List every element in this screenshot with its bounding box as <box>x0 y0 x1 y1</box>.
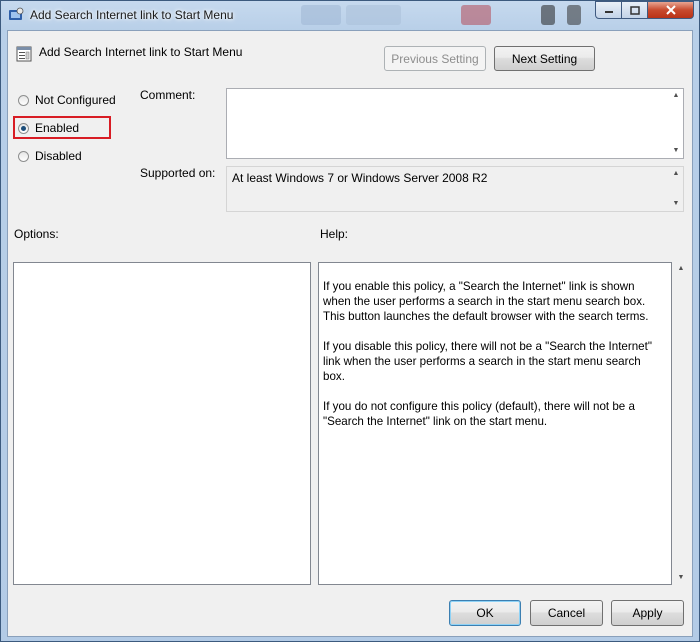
supported-on-label: Supported on: <box>140 166 216 180</box>
group-policy-icon <box>9 7 24 20</box>
maximize-button[interactable] <box>622 1 648 19</box>
help-label: Help: <box>320 227 349 241</box>
background-blur <box>301 5 341 25</box>
radio-not-configured[interactable]: Not Configured <box>18 93 116 107</box>
radio-label: Disabled <box>35 149 82 163</box>
title-bar[interactable]: Add Search Internet link to Start Menu <box>1 1 699 31</box>
help-text: If you enable this policy, a "Search the… <box>323 279 663 444</box>
minimize-button[interactable] <box>595 1 622 19</box>
radio-enabled[interactable]: Enabled <box>18 121 79 135</box>
policy-setting-icon <box>16 46 32 62</box>
scroll-down-icon[interactable]: ▼ <box>676 574 686 582</box>
help-scrollbar[interactable]: ▲ ▼ <box>674 262 688 585</box>
background-blur <box>346 5 401 25</box>
radio-circle[interactable] <box>18 94 29 106</box>
cancel-button[interactable]: Cancel <box>530 600 603 626</box>
comment-textarea[interactable]: ▲ ▼ <box>226 88 684 159</box>
scroll-down-icon[interactable]: ▼ <box>671 147 681 155</box>
supported-on-value: At least Windows 7 or Windows Server 200… <box>232 171 488 185</box>
help-paragraph: If you enable this policy, a "Search the… <box>323 280 649 323</box>
supported-on-field: At least Windows 7 or Windows Server 200… <box>226 166 684 212</box>
close-button[interactable] <box>648 1 694 19</box>
background-blur <box>461 5 491 25</box>
help-paragraph: If you disable this policy, there will n… <box>323 340 652 383</box>
radio-disabled[interactable]: Disabled <box>18 149 82 163</box>
options-label: Options: <box>14 227 59 241</box>
maximize-icon <box>629 5 640 15</box>
radio-label: Not Configured <box>35 93 116 107</box>
scroll-down-icon[interactable]: ▼ <box>671 200 681 208</box>
radio-circle[interactable] <box>18 150 29 162</box>
close-icon <box>665 5 676 15</box>
ok-button[interactable]: OK <box>449 600 521 626</box>
dialog-client-area: Add Search Internet link to Start Menu P… <box>7 30 693 637</box>
next-setting-button[interactable]: Next Setting <box>494 46 595 71</box>
background-blur <box>541 5 555 25</box>
window-title: Add Search Internet link to Start Menu <box>30 8 234 22</box>
options-panel <box>13 262 311 585</box>
scroll-up-icon[interactable]: ▲ <box>676 265 686 273</box>
radio-label: Enabled <box>35 121 80 135</box>
dialog-window: Add Search Internet link to Start Menu A… <box>0 0 700 642</box>
background-blur <box>567 5 581 25</box>
apply-button[interactable]: Apply <box>611 600 684 626</box>
radio-circle-checked[interactable] <box>18 122 29 134</box>
help-panel: If you enable this policy, a "Search the… <box>318 262 672 585</box>
policy-title: Add Search Internet link to Start Menu <box>39 45 243 59</box>
scroll-up-icon[interactable]: ▲ <box>671 92 681 100</box>
comment-label: Comment: <box>140 88 196 102</box>
previous-setting-button[interactable]: Previous Setting <box>384 46 486 71</box>
scroll-up-icon[interactable]: ▲ <box>671 170 681 178</box>
minimize-icon <box>604 11 613 13</box>
help-paragraph: If you do not configure this policy (def… <box>323 400 635 428</box>
window-controls <box>595 1 694 21</box>
